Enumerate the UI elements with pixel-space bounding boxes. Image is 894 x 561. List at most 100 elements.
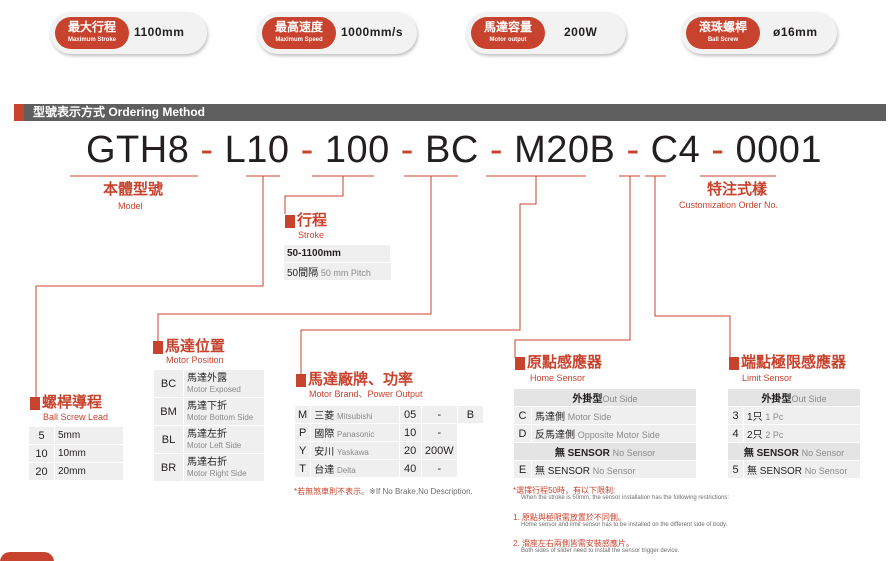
- spec-pill: 滾珠螺桿 Ball Screw: [686, 17, 760, 49]
- motor-position-desc: 馬達右折 Motor Right Side: [183, 453, 265, 482]
- brand-brake: [456, 423, 485, 442]
- limit-sensor-zh: 1只: [747, 412, 763, 423]
- home-sensor-code: E: [513, 460, 532, 479]
- none-zh: 無 SENSOR: [743, 448, 799, 459]
- motor-brand-label: 馬達廠牌、功率: [308, 371, 414, 388]
- motor-position-en: Motor Left Side: [187, 440, 242, 450]
- motor-position-desc: 馬達左折 Motor Left Side: [183, 425, 265, 454]
- home-note-2-en: Both sides of slider need to install the…: [521, 548, 680, 554]
- brand-name: 三菱 Mitsubishi: [310, 405, 400, 424]
- limit-sensor-table: 外掛型Out Side 3 1只 1 Pc 4 2只 2 Pc 無 SENSOR…: [727, 388, 861, 479]
- stroke-pitch-en: 50 mm Pitch: [320, 268, 371, 278]
- brand-power: -: [420, 423, 458, 442]
- motor-position-zh: 馬達下折: [187, 400, 227, 412]
- code-part-model: GTH8: [86, 129, 190, 171]
- stroke-label-en: Stroke: [298, 230, 325, 240]
- brand-note: *若無煞車則不表示。※If No Brake,No Description.: [294, 487, 473, 497]
- spec-value: ø16mm: [773, 25, 818, 39]
- limit-sensor-code: 4: [727, 424, 744, 443]
- lead-code: 5: [28, 426, 55, 445]
- motor-position-zh: 馬達左折: [187, 428, 227, 440]
- brand-power: -: [420, 405, 458, 424]
- lead-code: 20: [28, 462, 55, 481]
- table-row: C 馬達側 Motor Side: [513, 406, 697, 425]
- brand-code: P: [293, 423, 312, 442]
- home-sensor-en: No Sensor: [592, 466, 636, 476]
- code-separator: -: [711, 129, 725, 171]
- spec-label-en: Ball Screw: [707, 37, 739, 43]
- brand-note-en: ※If No Brake,No Description.: [369, 487, 473, 496]
- lead-value: 10mm: [54, 444, 124, 463]
- code-part-stroke: 100: [324, 129, 390, 171]
- table-row: 無 SENSOR No Sensor: [513, 442, 697, 461]
- brand-power-code: 20: [398, 441, 422, 460]
- brand-zh: 三菱: [314, 411, 335, 422]
- brand-brake: [456, 459, 485, 478]
- motor-position-zh: 馬達外露: [187, 372, 227, 384]
- motor-position-code: BM: [153, 397, 184, 426]
- code-separator: -: [200, 129, 214, 171]
- brand-name: 台達 Delta: [310, 459, 400, 478]
- motor-position-label-en: Motor Position: [166, 355, 224, 365]
- motor-position-code: BR: [153, 453, 184, 482]
- home-sensor-label: 原點感應器: [527, 354, 603, 371]
- motor-brand-table: M 三菱 Mitsubishi 05 - B P 國際 Panasonic 10…: [293, 405, 485, 478]
- limit-sensor-code: 5: [727, 460, 744, 479]
- home-sensor-desc: 無 SENSOR No Sensor: [531, 460, 697, 479]
- table-row: 5 無 SENSOR No Sensor: [727, 460, 861, 479]
- brand-power-code: 10: [398, 423, 422, 442]
- brand-name: 國際 Panasonic: [310, 423, 400, 442]
- home-sensor-label-en: Home Sensor: [530, 373, 586, 383]
- stroke-pitch: 50間隔 50 mm Pitch: [283, 262, 391, 281]
- spec-badge-speed: 最高速度 Maximum Speed 1000mm/s: [257, 12, 417, 54]
- code-part-motor-position: BC: [425, 129, 479, 171]
- custom-label-en: Customization Order No.: [679, 200, 779, 210]
- code-separator: -: [626, 129, 640, 171]
- motor-position-en: Motor Exposed: [187, 384, 241, 394]
- stroke-range: 50-1100mm: [283, 244, 391, 263]
- lead-marker: [30, 397, 40, 410]
- brand-zh: 國際: [314, 429, 335, 440]
- home-sensor-table: 外掛型Out Side C 馬達側 Motor Side D 反馬達側 Oppo…: [513, 388, 697, 479]
- home-sensor-en: Opposite Motor Side: [577, 430, 660, 440]
- limit-sensor-desc: 1只 1 Pc: [743, 406, 861, 425]
- table-row: T 台達 Delta 40 -: [293, 459, 485, 478]
- model-label: 本體型號: [103, 181, 164, 198]
- table-row: 3 1只 1 Pc: [727, 406, 861, 425]
- brand-en: Delta: [337, 466, 356, 475]
- table-row: BM 馬達下折 Motor Bottom Side: [153, 397, 265, 426]
- spec-label-en: Maximum Stroke: [67, 37, 116, 43]
- code-separator: -: [400, 129, 414, 171]
- limit-sensor-label: 端點極限感應器: [741, 354, 847, 371]
- motor-position-marker: [153, 341, 163, 354]
- table-row: 4 2只 2 Pc: [727, 424, 861, 443]
- brand-zh: 安川: [314, 447, 335, 458]
- brand-power: 200W: [420, 441, 458, 460]
- lead-table: 5 5mm 10 10mm 20 20mm: [28, 426, 124, 481]
- motor-position-label: 馬達位置: [165, 338, 226, 355]
- spec-pill: 最大行程 Maximum Stroke: [55, 17, 129, 49]
- spec-pill: 馬達容量 Motor output: [471, 17, 545, 49]
- brand-note-zh: *若無煞車則不表示。: [294, 487, 370, 496]
- spec-label-en: Maximum Speed: [275, 37, 323, 43]
- motor-position-zh: 馬達右折: [187, 456, 227, 468]
- lead-code: 10: [28, 444, 55, 463]
- home-sensor-desc: 馬達側 Motor Side: [531, 406, 697, 425]
- model-label-en: Model: [118, 201, 143, 211]
- spec-label: 最高速度: [274, 20, 323, 34]
- table-row: 5 5mm: [28, 426, 124, 445]
- table-row: 外掛型Out Side: [727, 388, 861, 407]
- home-sensor-header: 外掛型Out Side: [513, 388, 697, 407]
- home-sensor-zh: 反馬達側: [535, 430, 575, 441]
- table-row: BL 馬達左折 Motor Left Side: [153, 425, 265, 454]
- lead-value: 5mm: [54, 426, 124, 445]
- motor-position-code: BL: [153, 425, 184, 454]
- spec-value: 1100mm: [134, 25, 185, 39]
- stroke-pitch-zh: 50間隔: [287, 268, 319, 279]
- table-row: E 無 SENSOR No Sensor: [513, 460, 697, 479]
- home-sensor-zh: 無 SENSOR: [535, 466, 591, 477]
- table-row: D 反馬達側 Opposite Motor Side: [513, 424, 697, 443]
- spec-label: 馬達容量: [483, 20, 532, 34]
- spec-badge-stroke: 最大行程 Maximum Stroke 1100mm: [50, 12, 207, 54]
- table-row: Y 安川 Yaskawa 20 200W: [293, 441, 485, 460]
